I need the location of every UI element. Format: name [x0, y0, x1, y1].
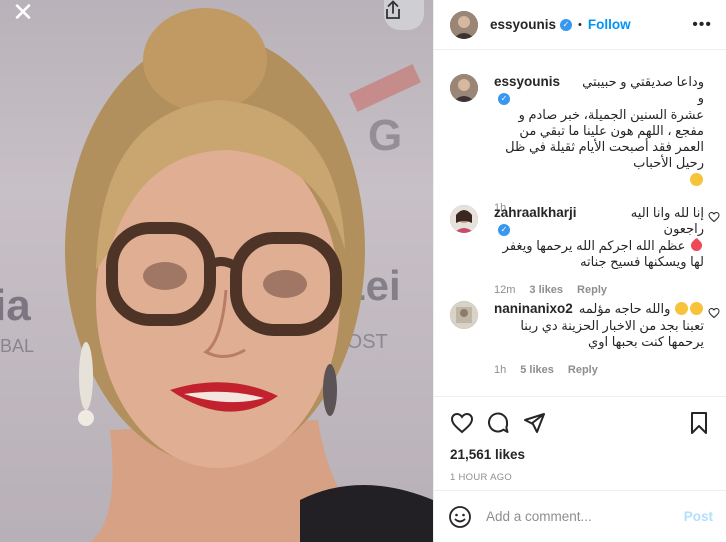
sad-face-icon — [690, 173, 703, 186]
close-button[interactable]: ✕ — [6, 0, 40, 27]
comment-text: عظم الله اجركم الله يرحمها ويغفر لها ويس… — [502, 237, 705, 269]
svg-text:BAL: BAL — [0, 336, 34, 356]
sad-face-icon — [690, 302, 703, 315]
caption-text: عشرة السنين الجميلة، خبر صادم و مفجع ، ا… — [505, 107, 704, 170]
post-photo: G Zei MOST ia BAL ✕ — [0, 0, 433, 542]
caption-first-line: وداعا صديقتي و حبيبتي و — [582, 74, 704, 105]
comment-icon[interactable] — [486, 411, 510, 435]
share-icon[interactable] — [522, 411, 546, 435]
avatar[interactable] — [450, 205, 478, 233]
post-timestamp: 1 HOUR AGO — [450, 472, 513, 483]
comment-text: تعبنا بجد من الاخبار الحزينة دي ربنا يرح… — [520, 318, 704, 349]
comment-item: zahraalkharji✓ إنا لله وانا اليه راجعون … — [450, 205, 720, 298]
sad-face-icon — [675, 302, 688, 315]
comment-likes[interactable]: 5 likes — [520, 362, 554, 378]
heart-icon[interactable] — [450, 411, 474, 435]
comment-username[interactable]: naninanixo2 — [494, 301, 573, 317]
like-comment-heart-icon[interactable] — [708, 211, 720, 223]
verified-badge-icon: ✓ — [498, 223, 510, 236]
svg-text:G: G — [368, 111, 402, 160]
comment-likes[interactable]: 3 likes — [529, 282, 563, 298]
add-comment-input[interactable] — [486, 509, 684, 524]
reply-button[interactable]: Reply — [568, 362, 598, 378]
bookmark-icon[interactable] — [687, 411, 711, 435]
avatar[interactable] — [450, 301, 478, 329]
likes-count[interactable]: 21,561 likes — [450, 447, 711, 462]
emoji-icon[interactable] — [448, 505, 472, 529]
verified-badge-icon: ✓ — [498, 92, 510, 105]
svg-text:ia: ia — [0, 281, 31, 330]
post-comment-button[interactable]: Post — [684, 509, 713, 524]
share-icon — [386, 0, 400, 19]
verified-badge-icon: ✓ — [560, 18, 573, 31]
reply-button[interactable]: Reply — [577, 282, 607, 298]
like-comment-heart-icon[interactable] — [708, 307, 720, 319]
red-heart-icon — [688, 237, 705, 254]
comment-time: 1h — [494, 364, 507, 376]
follow-button[interactable]: Follow — [588, 17, 631, 32]
comment-first-line: والله حاجه مؤلمه — [578, 301, 671, 316]
share-post-button[interactable] — [384, 0, 424, 30]
avatar[interactable] — [450, 10, 478, 39]
comments-list[interactable]: essyounis ✓ وداعا صديقتي و حبيبتي و عشرة … — [434, 51, 726, 395]
comment-item: naninanixo2 والله حاجه مؤلمه تعبنا بجد م… — [450, 301, 720, 378]
comment-username[interactable]: zahraalkharji — [494, 205, 577, 220]
header-separator: • — [578, 18, 582, 31]
portrait-image: G Zei MOST ia BAL — [0, 8, 433, 542]
add-comment-bar: Post — [434, 490, 726, 542]
comment-first-line: إنا لله وانا اليه راجعون — [630, 205, 704, 236]
close-icon: ✕ — [12, 0, 34, 27]
post-actions: 21,561 likes 1 HOUR AGO — [434, 396, 726, 483]
more-options-icon[interactable]: ••• — [692, 16, 712, 34]
post-header: essyounis ✓ • Follow ••• — [434, 0, 726, 50]
comment-time: 12m — [494, 284, 516, 296]
caption: essyounis ✓ وداعا صديقتي و حبيبتي و عشرة … — [450, 74, 720, 216]
caption-username[interactable]: essyounis — [494, 74, 560, 89]
post-panel: essyounis ✓ • Follow ••• essyounis ✓ وداع… — [433, 0, 726, 542]
avatar[interactable] — [450, 74, 478, 102]
header-username[interactable]: essyounis — [490, 17, 556, 32]
